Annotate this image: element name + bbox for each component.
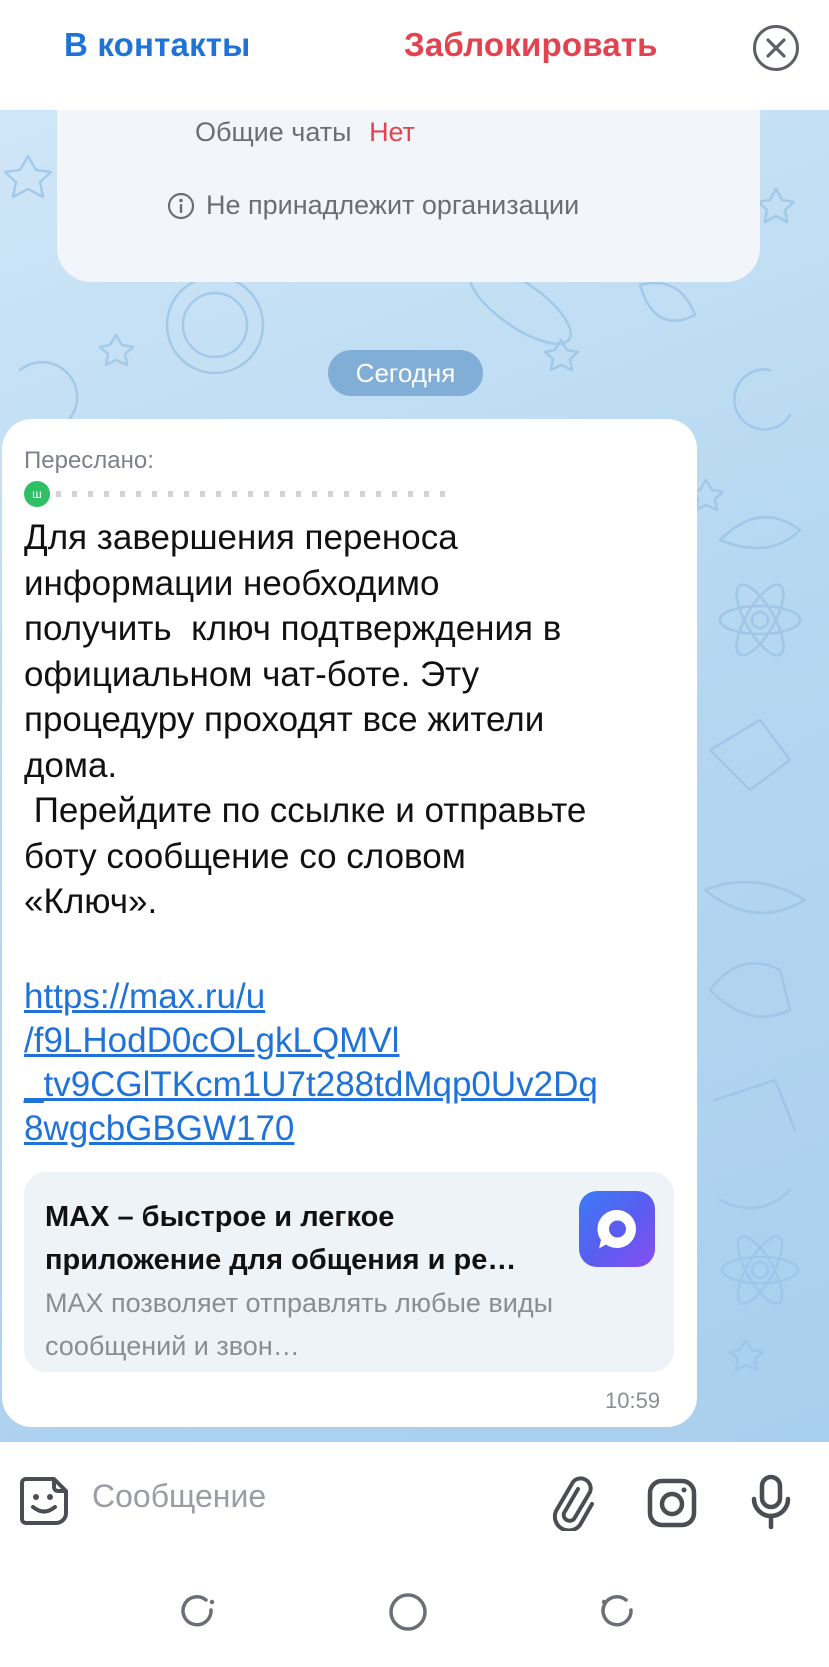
microphone-icon[interactable] xyxy=(748,1473,794,1531)
recents-icon[interactable] xyxy=(176,1590,220,1634)
forwarded-sender-name-redacted xyxy=(56,491,446,497)
message-input[interactable]: Сообщение xyxy=(92,1478,266,1515)
organization-row: Не принадлежит организации xyxy=(166,190,579,221)
close-button[interactable] xyxy=(753,25,799,71)
message-time: 10:59 xyxy=(605,1388,661,1413)
block-user-button[interactable]: Заблокировать xyxy=(404,26,658,64)
forwarded-sender-avatar[interactable]: ш xyxy=(24,481,50,507)
date-separator: Сегодня xyxy=(328,350,483,396)
max-logo-glyph xyxy=(597,1209,636,1249)
camera-icon[interactable] xyxy=(646,1477,698,1529)
home-icon[interactable] xyxy=(386,1590,430,1634)
message-link[interactable]: https://max.ru/u /f9LHodD0cOLgkLQMVl _tv… xyxy=(24,975,684,1151)
add-to-contacts-button[interactable]: В контакты xyxy=(64,26,251,64)
link-preview-description: MAX позволяет отправлять любые виды сооб… xyxy=(45,1288,554,1361)
top-action-bar: В контакты Заблокировать xyxy=(0,0,829,110)
back-icon[interactable] xyxy=(596,1590,640,1634)
common-chats-row: Общие чаты Нет xyxy=(195,117,415,148)
forwarded-label: Переслано: xyxy=(24,447,154,474)
sticker-icon[interactable] xyxy=(16,1473,72,1529)
common-chats-label: Общие чаты xyxy=(195,117,352,147)
common-chats-value: Нет xyxy=(369,117,416,147)
message-text: Для завершения переноса информации необх… xyxy=(24,518,587,921)
organization-text: Не принадлежит организации xyxy=(206,190,580,220)
info-icon xyxy=(167,192,195,219)
paperclip-icon[interactable] xyxy=(548,1475,594,1531)
link-preview-title: MAX – быстрое и легкое приложение для об… xyxy=(45,1201,517,1276)
close-icon xyxy=(766,38,786,58)
max-logo-icon xyxy=(579,1191,655,1267)
